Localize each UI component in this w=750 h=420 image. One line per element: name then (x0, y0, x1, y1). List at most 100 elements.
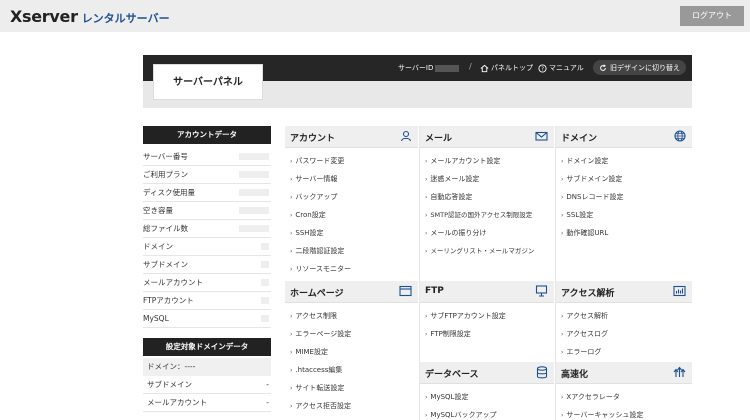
menu-item[interactable]: › SSL設定 (556, 206, 692, 224)
category-menu: › サブFTPアカウント設定 › FTP制限設定 (420, 303, 554, 343)
menu-item[interactable]: › バックアップ (285, 188, 418, 206)
help-icon: ? (538, 63, 547, 72)
account-row: 空き容量 (143, 202, 271, 220)
category-header: データベース (420, 362, 554, 384)
masked-value (261, 243, 269, 250)
envelope-icon (535, 131, 548, 141)
account-row: サーバー番号 (143, 148, 271, 166)
category-account: アカウント › パスワード変更 › サーバー情報 › バックアップ › Cron設定 ›… (285, 126, 418, 280)
category-title: アクセス解析 (561, 289, 615, 299)
menu-item[interactable]: › パスワード変更 (285, 152, 418, 170)
panel-top-label: パネルトップ (491, 64, 533, 72)
category-menu: › メールアカウント設定 › 迷惑メール設定 › 自動応答設定 › SMTP認証の国外ア… (420, 148, 554, 260)
masked-value (261, 261, 269, 268)
account-row: 総ファイル数 (143, 220, 271, 238)
menu-item[interactable]: › メールの振り分け (420, 224, 554, 242)
category-header: ホームページ (285, 281, 418, 303)
menu-item[interactable]: › .htaccess編集 (285, 361, 418, 379)
account-row-label: ドメイン (143, 242, 173, 251)
category-header: ドメイン (556, 126, 692, 148)
menu-item[interactable]: › 動作確認URL (556, 224, 692, 242)
account-row-label: MySQL (143, 314, 169, 323)
category-database: データベース › MySQL設定 › MySQLバックアップ (420, 362, 554, 420)
menu-item-label: 自動応答設定 (430, 193, 473, 201)
category-header: アクセス解析 (556, 281, 692, 303)
panel-top-link[interactable]: パネルトップ (480, 63, 533, 73)
browser-window-icon (399, 285, 412, 297)
menu-item[interactable]: › MySQLバックアップ (420, 406, 554, 420)
menu-item[interactable]: › 自動応答設定 (420, 188, 554, 206)
user-icon (400, 130, 412, 142)
target-domain-row: ドメイン：---- (143, 358, 271, 376)
menu-item[interactable]: › エラーページ設定 (285, 325, 418, 343)
server-id: サーバーID (398, 63, 460, 73)
menu-item[interactable]: › サブFTPアカウント設定 (420, 307, 554, 325)
menu-item-label: Xアクセラレータ (566, 393, 620, 401)
menu-item-label: アクセス拒否設定 (295, 402, 352, 410)
category-header: メール (420, 126, 554, 148)
logout-button[interactable]: ログアウト (680, 6, 744, 26)
menu-item[interactable]: › DNSレコード設定 (556, 188, 692, 206)
category-menu: › MySQL設定 › MySQLバックアップ (420, 384, 554, 420)
account-row-label: サーバー番号 (143, 152, 188, 161)
menu-item[interactable]: › サーバーキャッシュ設定 (556, 406, 692, 420)
server-id-label: サーバーID (398, 64, 434, 72)
menu-item[interactable]: › アクセス拒否設定 (285, 397, 418, 415)
menu-item-label: MIME設定 (295, 348, 328, 356)
menu-item[interactable]: › メールアカウント設定 (420, 152, 554, 170)
menu-item[interactable]: › SSH設定 (285, 224, 418, 242)
menu-item-label: パスワード変更 (295, 157, 345, 165)
menu-item[interactable]: › サブドメイン設定 (556, 170, 692, 188)
masked-value (239, 171, 269, 178)
menu-item[interactable]: › アクセス解析 (556, 307, 692, 325)
menu-item[interactable]: › SMTP認証の国外アクセス制限設定 (420, 206, 554, 224)
masked-value (261, 315, 269, 322)
menu-item-label: 迷惑メール設定 (430, 175, 480, 183)
domain-data-heading: 設定対象ドメインデータ (143, 338, 271, 356)
menu-item[interactable]: › MIME設定 (285, 343, 418, 361)
manual-link[interactable]: ? マニュアル (538, 63, 584, 73)
menu-item[interactable]: › エラーログ (556, 343, 692, 361)
domain-data-label: サブドメイン (147, 380, 192, 389)
masked-value (261, 297, 269, 304)
category-title: データベース (425, 370, 479, 380)
account-row-label: 総ファイル数 (143, 224, 188, 233)
domain-data-value: - (266, 398, 269, 407)
account-row-label: 空き容量 (143, 206, 173, 215)
category-domain: ドメイン › ドメイン設定 › サブドメイン設定 › DNSレコード設定 › SSL設定… (556, 126, 692, 280)
account-row: ご利用プラン (143, 166, 271, 184)
menu-item-label: 二段階認証設定 (295, 247, 345, 255)
menu-item[interactable]: › Cron設定 (285, 206, 418, 224)
category-title: ドメイン (561, 134, 598, 144)
category-menu: › Xアクセラレータ › サーバーキャッシュ設定 (556, 384, 692, 420)
menu-item[interactable]: › 迷惑メール設定 (420, 170, 554, 188)
category-menu: › パスワード変更 › サーバー情報 › バックアップ › Cron設定 › SSH設定 … (285, 148, 418, 278)
category-title: ホームページ (290, 289, 344, 299)
menu-item[interactable]: › FTP制限設定 (420, 325, 554, 343)
menu-item-label: サイト転送設定 (295, 384, 345, 392)
menu-item-label: エラーページ設定 (295, 330, 352, 338)
logo-sub: レンタルサーバー (81, 12, 170, 25)
menu-item[interactable]: › リソースモニター (285, 260, 418, 278)
menu-item-label: アクセスログ (566, 330, 609, 338)
category-speed: 高速化 › Xアクセラレータ › サーバーキャッシュ設定 (556, 362, 692, 420)
menu-item[interactable]: › サイト転送設定 (285, 379, 418, 397)
menu-item[interactable]: › Xアクセラレータ (556, 388, 692, 406)
menu-item[interactable]: › アクセスログ (556, 325, 692, 343)
menu-item[interactable]: › アクセス制限 (285, 307, 418, 325)
menu-item[interactable]: › メーリングリスト・メールマガジン (420, 242, 554, 260)
menu-item-label: メールアカウント設定 (430, 157, 501, 165)
old-design-button[interactable]: 旧デザインに切り替え (593, 60, 686, 75)
menu-item-label: Cron設定 (295, 211, 326, 219)
account-row: ドメイン (143, 238, 271, 256)
bar-chart-icon (673, 285, 686, 297)
category-menu: › ドメイン設定 › サブドメイン設定 › DNSレコード設定 › SSL設定 › 動作確… (556, 148, 692, 242)
logo[interactable]: Xserver レンタルサーバー (10, 7, 170, 26)
account-row-label: FTPアカウント (143, 296, 194, 305)
menu-item[interactable]: › MySQL設定 (420, 388, 554, 406)
category-header: 高速化 (556, 362, 692, 384)
menu-item[interactable]: › ドメイン設定 (556, 152, 692, 170)
menu-item[interactable]: › サーバー情報 (285, 170, 418, 188)
masked-value (239, 189, 269, 196)
menu-item[interactable]: › 二段階認証設定 (285, 242, 418, 260)
